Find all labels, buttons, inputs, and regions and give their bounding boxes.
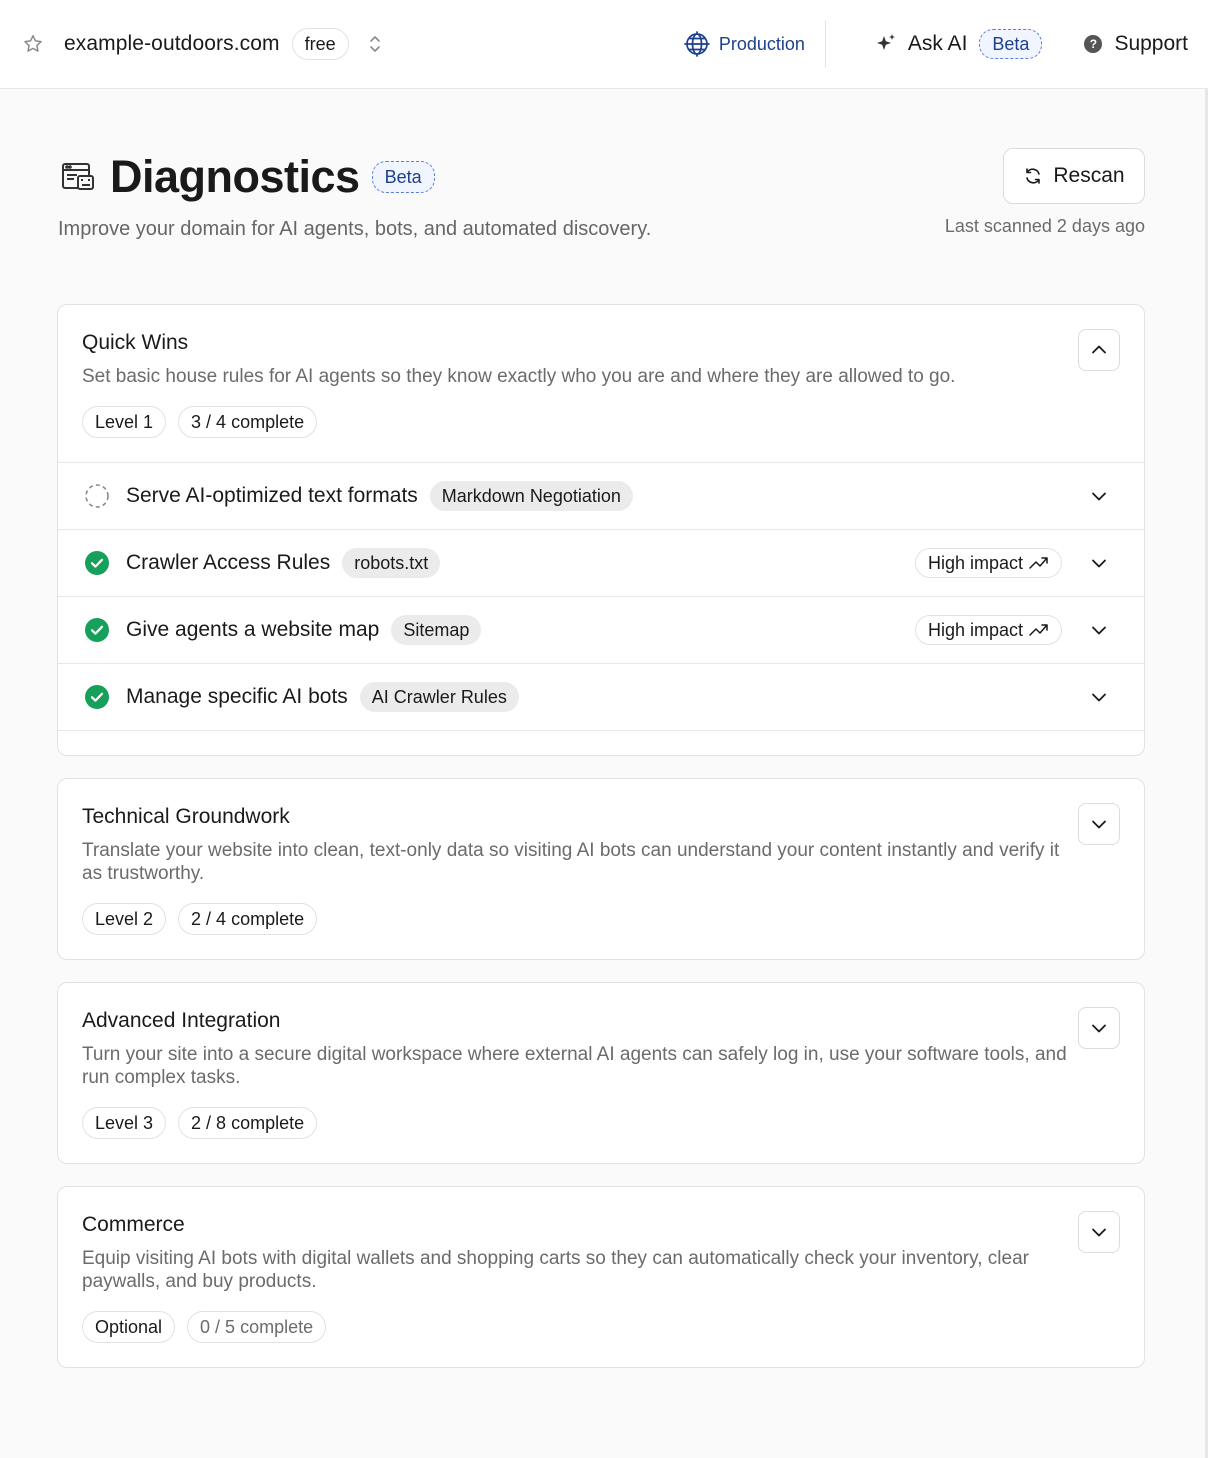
- plan-badge: free: [291, 28, 349, 60]
- environment-selector[interactable]: Production: [683, 30, 805, 58]
- checklist-item-markdown[interactable]: Serve AI-optimized text formats Markdown…: [58, 463, 1144, 530]
- section-advanced-integration: Advanced Integration Turn your site into…: [57, 982, 1145, 1164]
- item-label: Serve AI-optimized text formats: [126, 484, 418, 507]
- check-circle-icon: [85, 685, 109, 709]
- trend-up-icon: [1029, 624, 1048, 636]
- section-title: Commerce: [82, 1213, 185, 1236]
- ask-ai-label: Ask AI: [907, 32, 968, 55]
- check-circle-icon: [85, 618, 109, 642]
- progress-badge: 3 / 4 complete: [178, 406, 318, 438]
- checklist-item-robots[interactable]: Crawler Access Rules robots.txt High imp…: [58, 530, 1144, 597]
- check-circle-icon: [85, 551, 109, 575]
- domain-name[interactable]: example-outdoors.com: [64, 32, 280, 56]
- impact-badge: High impact: [914, 615, 1062, 645]
- item-chip: Markdown Negotiation: [429, 481, 633, 511]
- top-bar: example-outdoors.com free Production Ask…: [0, 0, 1208, 89]
- chevron-down-icon[interactable]: [1090, 688, 1108, 706]
- section-title: Quick Wins: [82, 331, 189, 354]
- impact-label: High impact: [927, 619, 1023, 640]
- progress-badge: 2 / 4 complete: [178, 903, 318, 935]
- section-commerce: Commerce Equip visiting AI bots with dig…: [57, 1186, 1145, 1368]
- divider: [824, 20, 826, 68]
- item-chip: Sitemap: [391, 615, 482, 645]
- title-beta-badge: Beta: [371, 161, 435, 193]
- level-badge: Level 2: [82, 903, 167, 935]
- trend-up-icon: [1029, 557, 1048, 569]
- impact-label: High impact: [927, 552, 1023, 573]
- expand-button[interactable]: [1078, 1007, 1120, 1049]
- section-technical-groundwork: Technical Groundwork Translate your webs…: [57, 778, 1145, 960]
- chevron-up-down-icon[interactable]: [367, 33, 383, 55]
- section-description: Translate your website into clean, text-…: [82, 840, 1060, 884]
- support-label: Support: [1114, 32, 1188, 55]
- section-description: Set basic house rules for AI agents so t…: [82, 366, 956, 387]
- item-chip: AI Crawler Rules: [359, 682, 519, 712]
- page-title: Diagnostics: [110, 151, 360, 202]
- chevron-down-icon: [1092, 1228, 1106, 1237]
- chevron-down-icon: [1092, 820, 1106, 829]
- section-quick-wins: Quick Wins Set basic house rules for AI …: [57, 304, 1145, 756]
- rescan-label: Rescan: [1053, 164, 1125, 187]
- help-icon: ?: [1084, 35, 1103, 53]
- item-label: Give agents a website map: [126, 618, 380, 641]
- diagnostics-icon: [62, 163, 94, 190]
- pending-status-icon: [85, 484, 109, 508]
- chevron-down-icon[interactable]: [1090, 487, 1108, 505]
- chevron-up-icon: [1092, 345, 1106, 354]
- checklist-item-ai-crawler-rules[interactable]: Manage specific AI bots AI Crawler Rules: [58, 664, 1144, 731]
- globe-icon: [683, 31, 710, 57]
- expand-button[interactable]: [1078, 803, 1120, 845]
- checklist-item-sitemap[interactable]: Give agents a website map Sitemap High i…: [58, 597, 1144, 664]
- checklist: Serve AI-optimized text formats Markdown…: [58, 462, 1144, 731]
- level-badge: Level 1: [82, 406, 167, 438]
- item-label: Manage specific AI bots: [126, 685, 348, 708]
- progress-badge: 2 / 8 complete: [178, 1107, 318, 1139]
- beta-badge: Beta: [979, 29, 1043, 59]
- expand-button[interactable]: [1078, 1211, 1120, 1253]
- section-description: Turn your site into a secure digital wor…: [82, 1044, 1067, 1088]
- level-badge: Level 3: [82, 1107, 167, 1139]
- progress-badge: 0 / 5 complete: [187, 1311, 327, 1343]
- ask-ai-button[interactable]: Ask AI Beta: [874, 29, 1043, 59]
- star-icon[interactable]: [22, 33, 44, 55]
- rescan-button[interactable]: Rescan: [1003, 148, 1145, 204]
- last-scanned: Last scanned 2 days ago: [944, 216, 1145, 236]
- refresh-icon: [1026, 168, 1041, 184]
- section-title: Advanced Integration: [82, 1009, 281, 1032]
- collapse-button[interactable]: [1078, 329, 1120, 371]
- chevron-down-icon: [1092, 1024, 1106, 1033]
- chevron-down-icon[interactable]: [1090, 554, 1108, 572]
- sparkle-icon: [876, 34, 895, 50]
- item-chip: robots.txt: [342, 548, 441, 578]
- chevron-down-icon[interactable]: [1090, 621, 1108, 639]
- page-header: Diagnostics Beta Improve your domain for…: [58, 148, 1145, 241]
- section-description: Equip visiting AI bots with digital wall…: [82, 1248, 1029, 1292]
- environment-label: Production: [718, 33, 805, 54]
- impact-badge: High impact: [914, 548, 1062, 578]
- support-link[interactable]: ? Support: [1084, 32, 1188, 56]
- item-label: Crawler Access Rules: [126, 551, 331, 574]
- level-badge: Optional: [82, 1311, 176, 1343]
- section-title: Technical Groundwork: [82, 805, 290, 828]
